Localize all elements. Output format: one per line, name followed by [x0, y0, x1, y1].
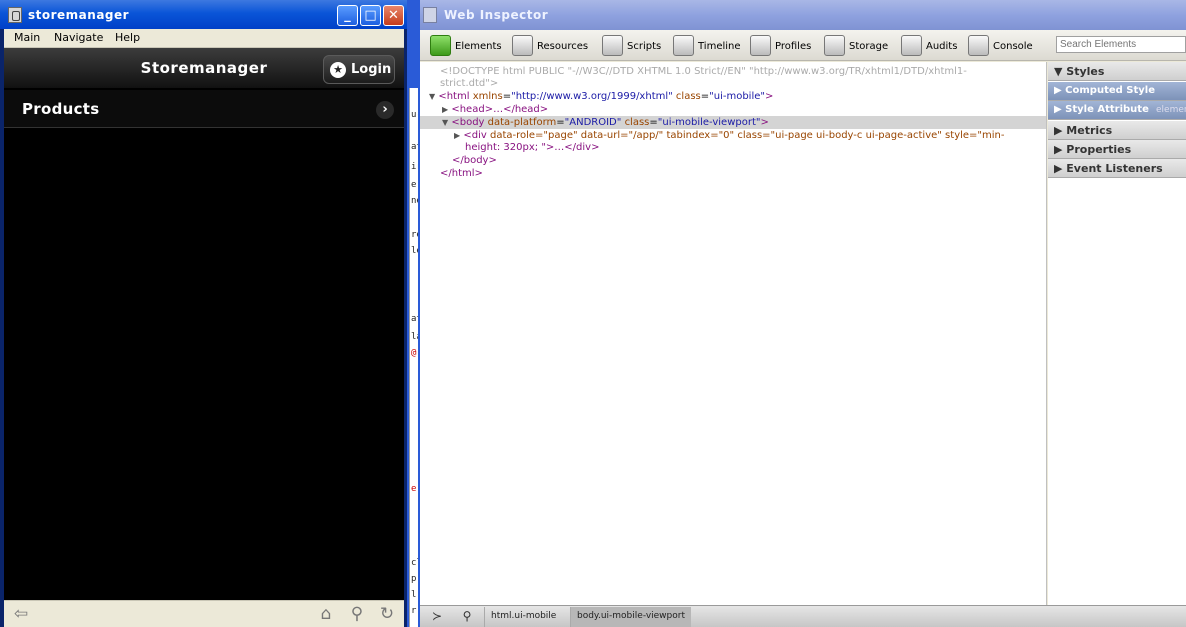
style-attribute-section[interactable]: ▶ Style Attributeelemen — [1048, 101, 1186, 120]
list-item-label: Products — [22, 100, 100, 118]
home-icon[interactable]: ⌂ — [315, 604, 337, 624]
tab-storage[interactable]: Storage — [824, 33, 888, 58]
breadcrumb-html[interactable]: html.ui-mobile — [484, 607, 562, 627]
back-arrow-icon[interactable]: ⇦ — [10, 604, 32, 624]
app-icon — [423, 7, 437, 23]
tab-label: Elements — [455, 41, 502, 52]
menu-main[interactable]: Main — [14, 31, 40, 44]
inspector-statusbar: ≻ ⚲ html.ui-mobile body.ui-mobile-viewpo… — [420, 605, 1186, 627]
computed-style-section[interactable]: ▶ Computed Style — [1048, 82, 1186, 101]
tab-elements[interactable]: Elements — [430, 33, 502, 58]
bg-glyph: p — [411, 574, 417, 584]
menubar: Main Navigate Help — [4, 29, 404, 48]
tab-label: Storage — [849, 41, 889, 52]
bg-glyph: at — [411, 142, 418, 152]
doctype-line-cont: strict.dtd"> — [440, 78, 499, 89]
html-close: </html> — [440, 168, 483, 179]
window-title: storemanager — [28, 8, 130, 22]
storage-icon — [824, 35, 845, 56]
tab-console[interactable]: Console — [968, 33, 1033, 58]
doctype-line: <!DOCTYPE html PUBLIC "-//W3C//DTD XHTML… — [440, 66, 967, 77]
chevron-right-icon: › — [376, 101, 394, 119]
bg-glyph: le — [411, 246, 418, 256]
body-node[interactable]: ▼ <body data-platform="ANDROID" class="u… — [442, 117, 769, 128]
audits-icon — [901, 35, 922, 56]
scripts-icon — [602, 35, 623, 56]
bg-glyph: at — [411, 314, 418, 324]
elements-icon — [430, 35, 451, 56]
body-close: </body> — [452, 155, 497, 166]
menu-navigate[interactable]: Navigate — [54, 31, 103, 44]
minimize-button[interactable]: _ — [337, 5, 358, 26]
bg-glyph: ne — [411, 196, 418, 206]
expand-triangle-icon[interactable]: ▼ — [429, 92, 435, 101]
tab-label: Timeline — [698, 41, 741, 52]
web-inspector-window: Web Inspector Elements Resources Scripts… — [420, 0, 1186, 627]
profiles-icon — [750, 35, 771, 56]
close-button[interactable]: ✕ — [383, 5, 404, 26]
inspector-title: Web Inspector — [444, 8, 549, 22]
bg-glyph: @ — [411, 348, 417, 358]
expand-triangle-icon[interactable]: ▼ — [442, 118, 448, 127]
bg-glyph: r — [411, 606, 417, 616]
tab-profiles[interactable]: Profiles — [750, 33, 812, 58]
bg-glyph: ir — [411, 162, 418, 172]
maximize-button[interactable]: □ — [360, 5, 381, 26]
inspector-titlebar: Web Inspector — [420, 0, 1186, 30]
mobile-viewport: Storemanager ★ Login Products › — [4, 48, 404, 600]
properties-section[interactable]: ▶ Properties — [1048, 140, 1186, 159]
event-listeners-section[interactable]: ▶ Event Listeners — [1048, 159, 1186, 178]
breadcrumb-body[interactable]: body.ui-mobile-viewport — [570, 607, 691, 627]
styles-section[interactable]: ▼ Styles — [1048, 62, 1186, 81]
timeline-icon — [673, 35, 694, 56]
app-icon — [8, 7, 22, 23]
resources-icon — [512, 35, 533, 56]
search-icon[interactable]: ⚲ — [346, 604, 368, 624]
browser-bottombar: ⇦ ⌂ ⚲ ↻ — [4, 600, 404, 627]
tab-label: Resources — [537, 41, 589, 52]
storemanager-window: storemanager _ □ ✕ Main Navigate Help St… — [0, 0, 407, 627]
div-node-cont: height: 320px; ">…</div> — [465, 142, 600, 153]
styles-sidebar: ▼ Styles ▶ Computed Style ▶ Style Attrib… — [1048, 62, 1186, 605]
console-icon — [968, 35, 989, 56]
tab-resources[interactable]: Resources — [512, 33, 592, 58]
tab-scripts[interactable]: Scripts — [602, 33, 662, 58]
console-drawer-icon[interactable]: ≻ — [427, 609, 447, 625]
collapse-triangle-icon[interactable]: ▶ — [442, 105, 448, 114]
menu-help[interactable]: Help — [115, 31, 140, 44]
app-header: Storemanager ★ Login — [4, 48, 404, 89]
window-titlebar: storemanager _ □ ✕ — [0, 0, 407, 29]
dom-tree-pane: <!DOCTYPE html PUBLIC "-//W3C//DTD XHTML… — [420, 62, 1047, 605]
bg-glyph: e — [411, 484, 417, 494]
tab-audits[interactable]: Audits — [901, 33, 958, 58]
tab-label: Audits — [926, 41, 958, 52]
bg-glyph: cl — [411, 558, 418, 568]
collapse-triangle-icon[interactable]: ▶ — [454, 131, 460, 140]
search-icon[interactable]: ⚲ — [457, 609, 477, 625]
tab-label: Profiles — [775, 41, 812, 52]
refresh-icon[interactable]: ↻ — [376, 604, 398, 624]
star-icon: ★ — [330, 62, 346, 78]
bg-glyph: la — [411, 332, 418, 342]
bg-glyph: u- — [411, 110, 418, 120]
tab-timeline[interactable]: Timeline — [673, 33, 741, 58]
list-item-products[interactable]: Products › — [4, 90, 404, 128]
tab-label: Scripts — [627, 41, 662, 52]
bg-glyph: e — [411, 180, 417, 190]
tab-label: Console — [993, 41, 1033, 52]
search-elements-input[interactable] — [1056, 36, 1186, 53]
bg-glyph: re — [411, 230, 418, 240]
login-label: Login — [351, 62, 392, 77]
bg-glyph: l — [411, 590, 417, 600]
login-button[interactable]: ★ Login — [323, 55, 395, 84]
head-node[interactable]: ▶ <head>…</head> — [442, 104, 548, 115]
html-node[interactable]: ▼ <html xmlns="http://www.w3.org/1999/xh… — [429, 91, 773, 102]
metrics-section[interactable]: ▶ Metrics — [1048, 121, 1186, 140]
div-node[interactable]: ▶ <div data-role="page" data-url="/app/"… — [454, 130, 1004, 141]
background-window-content: u- at ir e ne re le at la @ e cl p l r — [409, 88, 418, 627]
